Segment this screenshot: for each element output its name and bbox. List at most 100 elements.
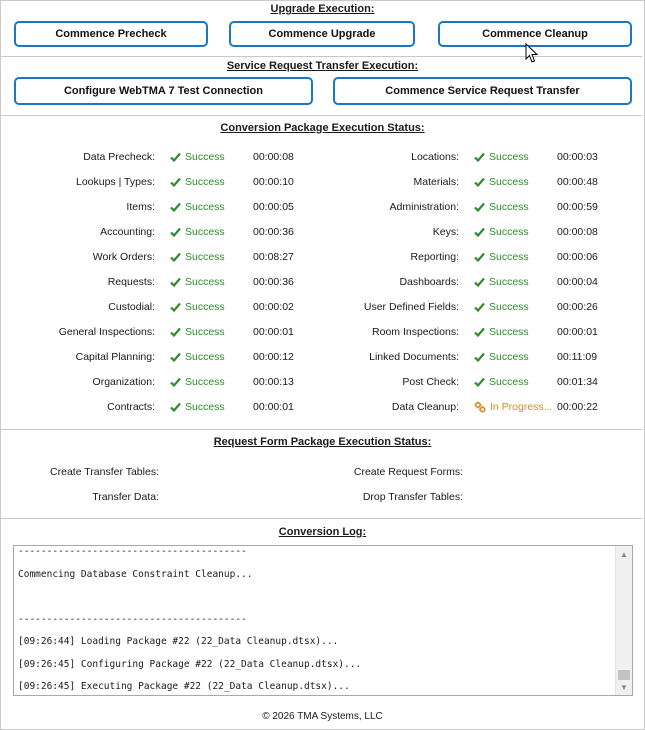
commence-upgrade-button[interactable]: Commence Upgrade: [229, 21, 415, 47]
request-form-row: Transfer Data: Drop Transfer Tables:: [0, 491, 645, 505]
status-text: Success: [489, 351, 529, 363]
check-icon: [474, 152, 485, 162]
conversion-log-title: Conversion Log:: [278, 526, 367, 538]
conversion-status-row: Room Inspections: Success 00:00:01: [0, 326, 645, 340]
commence-service-request-transfer-button[interactable]: Commence Service Request Transfer: [333, 77, 632, 105]
package-label: Room Inspections:: [372, 326, 459, 338]
elapsed-time: 00:00:48: [557, 176, 598, 188]
elapsed-time: 00:00:59: [557, 201, 598, 213]
divider: [1, 429, 642, 430]
success-status: Success: [474, 226, 529, 238]
check-icon: [474, 227, 485, 237]
success-status: Success: [474, 176, 529, 188]
package-label: User Defined Fields:: [363, 301, 459, 313]
transfer-execution-title: Service Request Transfer Execution:: [226, 60, 419, 72]
success-status: Success: [474, 201, 529, 213]
log-scrollbar[interactable]: ▲ ▼: [615, 546, 632, 695]
package-label: Keys:: [432, 226, 459, 238]
conversion-status-row: Dashboards: Success 00:00:04: [0, 276, 645, 290]
drop-transfer-tables-label: Drop Transfer Tables:: [362, 491, 463, 503]
check-icon: [474, 252, 485, 262]
package-label: Reporting:: [410, 251, 459, 263]
create-request-forms-label: Create Request Forms:: [353, 466, 463, 478]
check-icon: [474, 377, 485, 387]
conversion-status-row: Data Cleanup: In Progress... 00:00:22: [0, 401, 645, 415]
package-label: Linked Documents:: [369, 351, 459, 363]
conversion-log-lines: ----------------------------------------…: [18, 546, 614, 695]
status-text: Success: [489, 226, 529, 238]
check-icon: [474, 277, 485, 287]
upgrade-execution-title: Upgrade Execution:: [270, 3, 375, 15]
conversion-status-title: Conversion Package Execution Status:: [220, 122, 425, 134]
log-line: [09:26:45] Executing Package #22 (22_Dat…: [18, 681, 350, 692]
success-status: Success: [474, 276, 529, 288]
success-status: Success: [474, 351, 529, 363]
conversion-log-box[interactable]: ----------------------------------------…: [13, 545, 633, 696]
create-transfer-tables-label: Create Transfer Tables:: [50, 466, 159, 478]
elapsed-time: 00:11:09: [557, 351, 598, 363]
mouse-pointer-icon: [525, 43, 539, 63]
check-icon: [474, 327, 485, 337]
package-label: Materials:: [413, 176, 459, 188]
status-text: Success: [489, 276, 529, 288]
check-icon: [474, 177, 485, 187]
success-status: Success: [474, 376, 529, 388]
conversion-status-row: Keys: Success 00:00:08: [0, 226, 645, 240]
check-icon: [474, 302, 485, 312]
status-text: Success: [489, 301, 529, 313]
status-text: Success: [489, 201, 529, 213]
package-label: Data Cleanup:: [391, 401, 459, 413]
request-form-status-title: Request Form Package Execution Status:: [213, 436, 432, 448]
status-text: Success: [489, 376, 529, 388]
scrollbar-thumb[interactable]: [618, 670, 630, 680]
in-progress-icon: [474, 401, 486, 413]
conversion-status-row: Administration: Success 00:00:59: [0, 201, 645, 215]
status-text: Success: [489, 251, 529, 263]
divider: [1, 518, 642, 519]
divider: [1, 115, 642, 116]
copyright-footer: © 2026 TMA Systems, LLC: [262, 711, 383, 722]
log-line: ----------------------------------------: [18, 546, 247, 557]
status-text: Success: [489, 151, 529, 163]
package-label: Administration:: [389, 201, 459, 213]
status-text: Success: [489, 176, 529, 188]
divider: [1, 56, 642, 57]
success-status: Success: [474, 301, 529, 313]
success-status: Success: [474, 251, 529, 263]
scroll-down-icon[interactable]: ▼: [616, 683, 632, 692]
elapsed-time: 00:00:01: [557, 326, 598, 338]
conversion-status-row: Linked Documents: Success 00:11:09: [0, 351, 645, 365]
check-icon: [474, 352, 485, 362]
in-progress-status: In Progress...: [474, 401, 552, 413]
scroll-up-icon[interactable]: ▲: [616, 550, 632, 559]
elapsed-time: 00:00:08: [557, 226, 598, 238]
elapsed-time: 00:00:06: [557, 251, 598, 263]
elapsed-time: 00:00:26: [557, 301, 598, 313]
elapsed-time: 00:00:04: [557, 276, 598, 288]
commence-precheck-button[interactable]: Commence Precheck: [14, 21, 208, 47]
request-form-row: Create Transfer Tables: Create Request F…: [0, 466, 645, 480]
package-label: Post Check:: [402, 376, 459, 388]
configure-test-connection-button[interactable]: Configure WebTMA 7 Test Connection: [14, 77, 313, 105]
log-line: ----------------------------------------: [18, 613, 247, 625]
conversion-status-row: Locations: Success 00:00:03: [0, 151, 645, 165]
elapsed-time: 00:01:34: [557, 376, 598, 388]
elapsed-time: 00:00:03: [557, 151, 598, 163]
check-icon: [474, 202, 485, 212]
package-label: Locations:: [411, 151, 459, 163]
status-text: In Progress...: [490, 401, 553, 413]
conversion-status-row: Reporting: Success 00:00:06: [0, 251, 645, 265]
log-line: Commencing Database Constraint Cleanup..…: [18, 568, 253, 580]
conversion-status-row: Post Check: Success 00:01:34: [0, 376, 645, 390]
conversion-status-row: Materials: Success 00:00:48: [0, 176, 645, 190]
success-status: Success: [474, 151, 529, 163]
elapsed-time: 00:00:22: [557, 401, 598, 413]
package-label: Dashboards:: [399, 276, 459, 288]
log-line: [09:26:45] Configuring Package #22 (22_D…: [18, 658, 362, 670]
log-line: [09:26:44] Loading Package #22 (22_Data …: [18, 636, 339, 647]
status-text: Success: [489, 326, 529, 338]
transfer-data-label: Transfer Data:: [92, 491, 159, 503]
conversion-status-row: User Defined Fields: Success 00:00:26: [0, 301, 645, 315]
success-status: Success: [474, 326, 529, 338]
